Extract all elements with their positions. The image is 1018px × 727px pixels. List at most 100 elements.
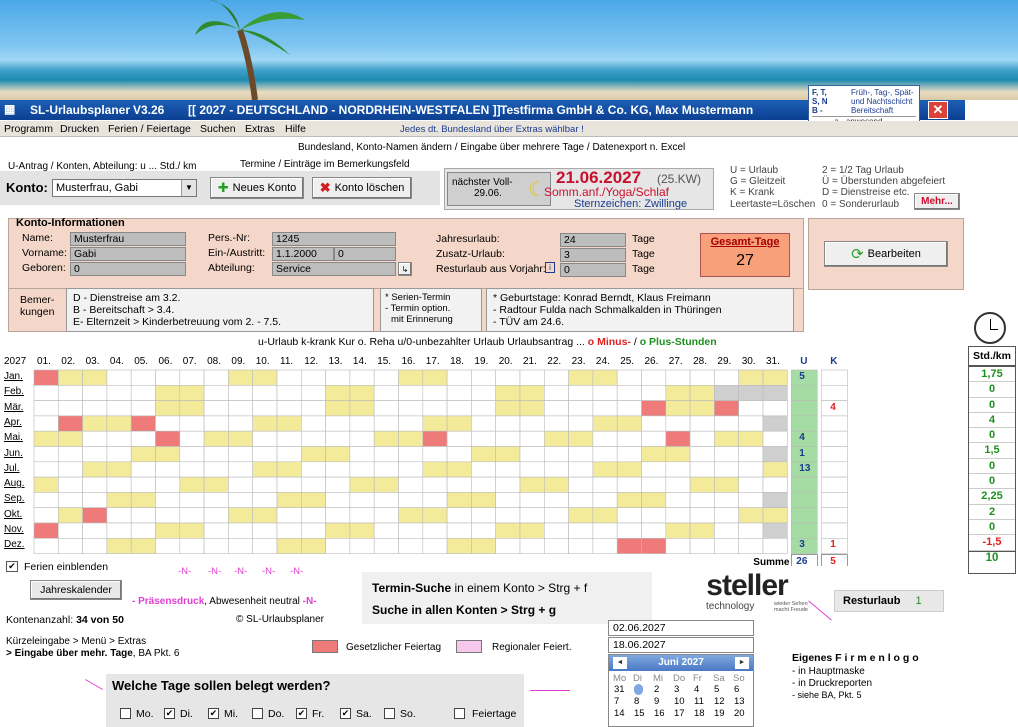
abteilung-picker-button[interactable]: ↳ — [398, 262, 412, 276]
k-cell[interactable] — [820, 461, 848, 478]
day-cell[interactable] — [471, 446, 496, 463]
day-cell[interactable] — [714, 446, 740, 463]
day-cell[interactable] — [568, 430, 594, 447]
day-cell[interactable] — [568, 476, 594, 493]
day-cell[interactable] — [33, 415, 59, 432]
day-cell[interactable] — [349, 400, 375, 417]
day-cell[interactable] — [714, 430, 740, 447]
day-cell[interactable] — [82, 415, 108, 432]
info-icon[interactable]: i — [545, 262, 555, 273]
mini-cal-day[interactable]: 5 — [714, 684, 719, 695]
day-cell[interactable] — [738, 384, 764, 401]
day-cell[interactable] — [592, 522, 618, 539]
day-cell[interactable] — [57, 400, 83, 417]
day-cell[interactable] — [155, 461, 181, 478]
day-cell[interactable] — [495, 476, 521, 493]
day-cell[interactable] — [228, 430, 253, 447]
mini-cal-day[interactable]: 13 — [734, 696, 745, 707]
day-cell[interactable] — [714, 384, 740, 401]
day-cell[interactable] — [641, 400, 667, 417]
day-cell[interactable] — [446, 430, 472, 447]
jahreskalender-button[interactable]: Jahreskalender — [30, 580, 122, 600]
day-cell[interactable] — [689, 538, 715, 554]
day-cell[interactable] — [568, 446, 594, 463]
day-cell[interactable] — [519, 522, 545, 539]
day-cell[interactable] — [33, 538, 59, 554]
mini-cal-day[interactable]: 31 — [614, 684, 625, 695]
day-cell[interactable] — [738, 369, 764, 386]
day-cell[interactable] — [349, 522, 375, 539]
day-cell[interactable] — [665, 384, 691, 401]
k-cell[interactable] — [820, 476, 848, 493]
day-cell[interactable] — [349, 446, 375, 463]
day-cell[interactable] — [616, 369, 642, 386]
mini-cal-day[interactable]: 3 — [674, 684, 679, 695]
day-cell[interactable] — [762, 507, 788, 524]
weekday-checkbox[interactable]: ✔ — [296, 708, 307, 719]
day-cell[interactable] — [568, 461, 594, 478]
day-cell[interactable] — [689, 476, 715, 493]
day-cell[interactable] — [203, 492, 229, 508]
day-cell[interactable] — [82, 430, 108, 447]
feiertage-checkbox[interactable] — [454, 708, 465, 719]
day-cell[interactable] — [616, 522, 642, 539]
day-cell[interactable] — [543, 461, 569, 478]
day-cell[interactable] — [714, 415, 740, 432]
day-cell[interactable] — [179, 507, 205, 524]
day-cell[interactable] — [57, 430, 83, 447]
u-cell[interactable] — [790, 384, 818, 401]
bearbeiten-button[interactable]: ⟳ Bearbeiten — [824, 241, 948, 267]
day-cell[interactable] — [641, 538, 667, 554]
day-cell[interactable] — [641, 507, 667, 524]
day-cell[interactable] — [641, 476, 667, 493]
day-cell[interactable] — [300, 446, 326, 463]
mini-cal-day[interactable]: 8 — [634, 696, 639, 707]
weekday-checkbox[interactable]: ✔ — [340, 708, 351, 719]
day-cell[interactable] — [252, 415, 278, 432]
day-cell[interactable] — [446, 538, 472, 554]
day-cell[interactable] — [665, 522, 691, 539]
day-cell[interactable] — [398, 400, 424, 417]
day-cell[interactable] — [57, 476, 83, 493]
day-cell[interactable] — [762, 492, 788, 508]
day-cell[interactable] — [398, 415, 424, 432]
day-cell[interactable] — [300, 430, 326, 447]
day-cell[interactable] — [519, 430, 545, 447]
day-cell[interactable] — [641, 461, 667, 478]
day-cell[interactable] — [471, 492, 496, 508]
day-cell[interactable] — [130, 507, 156, 524]
abteilung-field[interactable]: Service — [272, 262, 396, 276]
day-cell[interactable] — [665, 507, 691, 524]
day-cell[interactable] — [130, 400, 156, 417]
day-cell[interactable] — [665, 476, 691, 493]
day-cell[interactable] — [33, 369, 59, 386]
day-cell[interactable] — [641, 384, 667, 401]
resturlaub-vorjahr-field[interactable]: 0 — [560, 263, 626, 277]
day-cell[interactable] — [300, 369, 326, 386]
day-cell[interactable] — [422, 507, 448, 524]
day-cell[interactable] — [762, 476, 788, 493]
day-cell[interactable] — [203, 400, 229, 417]
day-cell[interactable] — [495, 369, 521, 386]
day-cell[interactable] — [325, 476, 351, 493]
day-cell[interactable] — [203, 430, 229, 447]
day-cell[interactable] — [106, 384, 132, 401]
day-cell[interactable] — [543, 400, 569, 417]
day-cell[interactable] — [325, 369, 351, 386]
day-cell[interactable] — [665, 538, 691, 554]
day-cell[interactable] — [373, 522, 399, 539]
k-cell[interactable] — [820, 384, 848, 401]
bemerkungen-textarea[interactable]: D - Dienstreise am 3.2. B - Bereitschaft… — [66, 288, 374, 332]
mini-cal-day[interactable]: 10 — [674, 696, 685, 707]
day-cell[interactable] — [155, 476, 181, 493]
day-cell[interactable] — [228, 384, 253, 401]
mini-cal-day[interactable]: 14 — [614, 708, 625, 719]
day-cell[interactable] — [179, 415, 205, 432]
day-cell[interactable] — [568, 415, 594, 432]
day-cell[interactable] — [373, 476, 399, 493]
day-cell[interactable] — [762, 384, 788, 401]
day-cell[interactable] — [276, 522, 302, 539]
menu-extras[interactable]: Extras — [245, 123, 275, 135]
day-cell[interactable] — [762, 538, 788, 554]
day-cell[interactable] — [252, 400, 278, 417]
